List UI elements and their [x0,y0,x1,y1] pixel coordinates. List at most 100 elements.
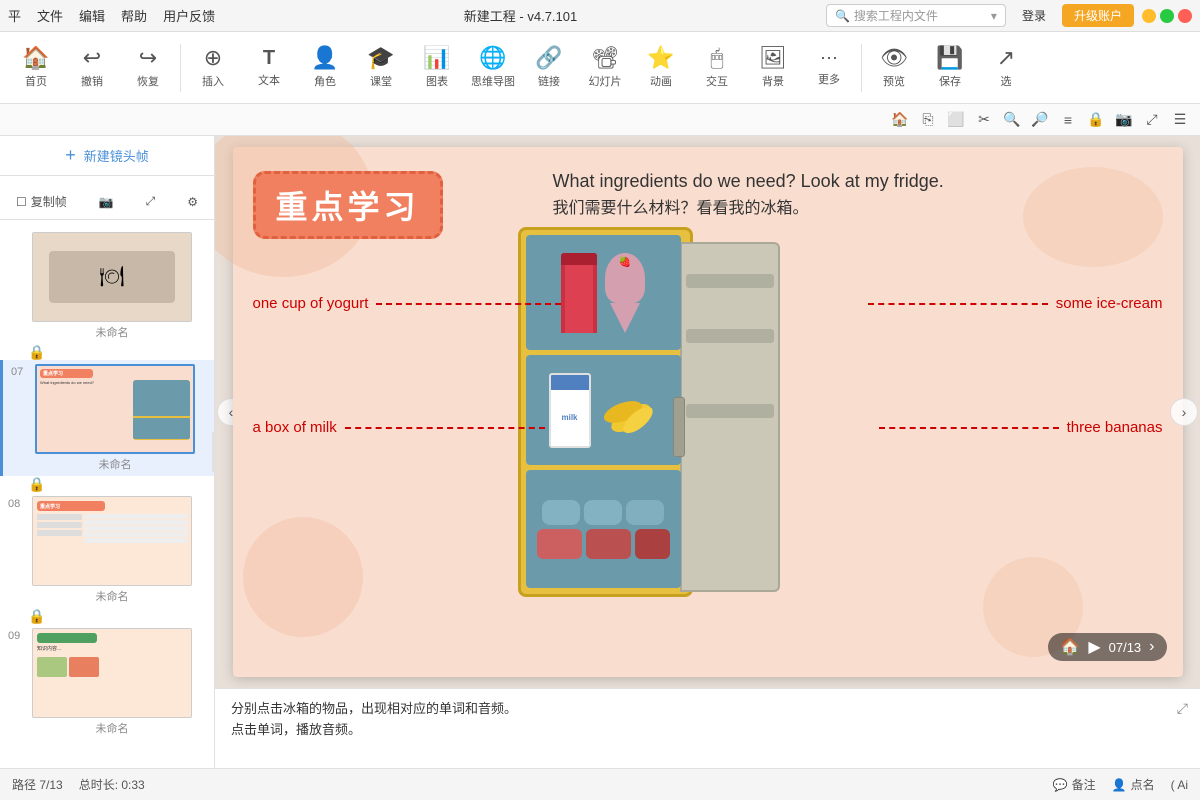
notes-area: 分别点击冰箱的物品，出现相对应的单词和音频。 点击单词，播放音频。 ⤢ [215,688,1200,768]
search-box[interactable]: 🔍 搜索工程内文件 ▾ [826,4,1006,27]
fish-3 [626,500,664,525]
tool-animation[interactable]: ⭐ 动画 [633,36,689,100]
bananas-label-text: three bananas [1067,419,1163,436]
ice-cream-dashed-line [868,303,1048,305]
search-dropdown-icon[interactable]: ▾ [991,9,997,23]
window-controls[interactable] [1142,9,1192,23]
tool-more[interactable]: ⋯ 更多 [801,36,857,100]
milk-item[interactable]: milk [549,373,591,448]
notes-expand-button[interactable]: ⤢ [1177,697,1188,719]
menu-item-file[interactable]: 文件 [37,6,63,25]
ai-button[interactable]: ( Ai [1171,778,1188,792]
sec-list-icon[interactable]: ☰ [1168,108,1192,132]
menu-item-help[interactable]: 帮助 [121,6,147,25]
status-bar: 路径 7/13 总时长: 0:33 💬 备注 👤 点名 ( Ai [0,768,1200,800]
yogurt-dashed-line [376,303,561,305]
slide-number-9: 09 [8,630,28,642]
fridge-compartment-middle[interactable]: milk [526,355,681,465]
toolbar-divider-1 [180,44,181,92]
comment-button[interactable]: 💬 备注 [1053,776,1096,793]
sec-camera-icon[interactable]: 📷 [1112,108,1136,132]
yogurt-item[interactable] [561,253,597,333]
menu-item-feedback[interactable]: 用户反馈 [163,6,215,25]
tool-undo[interactable]: ↩ 撤销 [64,36,120,100]
notes-line2: 点击单词，播放音频。 [231,720,1184,741]
ice-cream-top: 🍓 [605,253,645,303]
main-area: + 新建镜头帧 ☐ 复制帧 📷 ⤢ ⚙ [0,136,1200,768]
milk-dashed-line [345,427,545,429]
slide-text-line1: What ingredients do we need? Look at my … [553,167,944,196]
fish-row [542,500,664,525]
tool-text-label: 文本 [258,72,280,88]
tool-link[interactable]: 🔗 链接 [521,36,577,100]
class-icon: 🎓 [367,47,394,69]
slide-thumbnail-9: 知识内容... [32,628,192,718]
fridge-container[interactable]: 🍓 milk [518,227,788,597]
tool-role[interactable]: 👤 角色 [297,36,353,100]
menu-item-edit[interactable]: 编辑 [79,6,105,25]
sec-align-icon[interactable]: ≡ [1056,108,1080,132]
fridge-compartment-bottom[interactable] [526,470,681,588]
sec-expand-icon[interactable]: ⤢ [1140,108,1164,132]
panel-actions: ☐ 复制帧 📷 ⤢ ⚙ [0,184,214,220]
slide-item-8[interactable]: 08 重点学习 [0,492,214,608]
tool-redo[interactable]: ↪ 恢复 [120,36,176,100]
sec-frame-icon[interactable]: ⬜ [944,108,968,132]
tool-select[interactable]: ↗ 选 [978,36,1034,100]
yogurt-top [561,253,597,265]
tool-mindmap[interactable]: 🌐 思维导图 [465,36,521,100]
tool-save[interactable]: 💾 保存 [922,36,978,100]
ai-label: ( Ai [1171,778,1188,792]
bookmark-icon: 👤 [1112,778,1127,792]
slide-item-active[interactable]: 07 重点学习 What ingredients do we need? [0,360,214,476]
maximize-button[interactable] [1160,9,1174,23]
banana-svg [603,380,658,440]
sec-lock-icon[interactable]: 🔒 [1084,108,1108,132]
next-page-button[interactable]: › [1149,638,1154,656]
tool-bg[interactable]: 🖼 背景 [745,36,801,100]
close-button[interactable] [1178,9,1192,23]
sec-crop-icon[interactable]: ✂ [972,108,996,132]
ice-cream-item[interactable]: 🍓 [605,253,645,333]
nav-next-button[interactable]: › [1170,398,1198,426]
play-button[interactable]: ▶ [1088,637,1100,657]
new-frame-button[interactable]: + 新建镜头帧 [0,136,214,176]
fridge-compartment-top[interactable]: 🍓 [526,235,681,350]
tool-chart[interactable]: 📊 图表 [409,36,465,100]
slide-item[interactable]: 🍽 未命名 [0,228,214,344]
slide-thumbnail: 🍽 [32,232,192,322]
tool-preview[interactable]: 👁 预览 [866,36,922,100]
tool-insert[interactable]: ⊕ 插入 [185,36,241,100]
tool-text[interactable]: T 文本 [241,36,297,100]
sec-home-icon[interactable]: 🏠 [888,108,912,132]
copy-frame-button[interactable]: ☐ 复制帧 [16,193,67,210]
expand-panel-button[interactable]: ⤢ [146,194,156,209]
home-icon: 🏠 [22,47,49,69]
sec-copy-icon[interactable]: ⎘ [916,108,940,132]
banana-item[interactable] [603,380,658,440]
slide-number-8: 08 [8,498,28,510]
prev-page-button[interactable]: 🏠 [1060,637,1080,657]
new-frame-label: 新建镜头帧 [84,146,149,165]
minimize-button[interactable] [1142,9,1156,23]
slide-thumbnail-8: 重点学习 [32,496,192,586]
bg-blob-2 [243,517,363,637]
slide-text-line2: 我们需要什么材料？看看我的冰箱。 [553,196,944,222]
slide-item-9[interactable]: 09 知识内容... 未命名 [0,624,214,740]
menu-bar[interactable]: 平 文件 编辑 帮助 用户反馈 [8,6,215,25]
tool-chart-label: 图表 [426,73,448,89]
tool-class[interactable]: 🎓 课堂 [353,36,409,100]
camera-panel-button[interactable]: 📷 [99,195,114,209]
settings-panel-button[interactable]: ⚙ [187,195,198,209]
tool-interact[interactable]: 🖱 交互 [689,36,745,100]
menu-item-ping[interactable]: 平 [8,6,21,25]
tool-home[interactable]: 🏠 首页 [8,36,64,100]
bookmark-label: 点名 [1131,776,1155,793]
tool-slides[interactable]: 📽 幻灯片 [577,36,633,100]
sec-zoom-in-icon[interactable]: 🔍 [1000,108,1024,132]
bookmark-button[interactable]: 👤 点名 [1112,776,1155,793]
login-button[interactable]: 登录 [1014,5,1054,26]
sec-zoom-out-icon[interactable]: 🔎 [1028,108,1052,132]
upgrade-button[interactable]: 升级账户 [1062,4,1134,27]
ice-cream-label: some ice-cream [868,295,1163,312]
